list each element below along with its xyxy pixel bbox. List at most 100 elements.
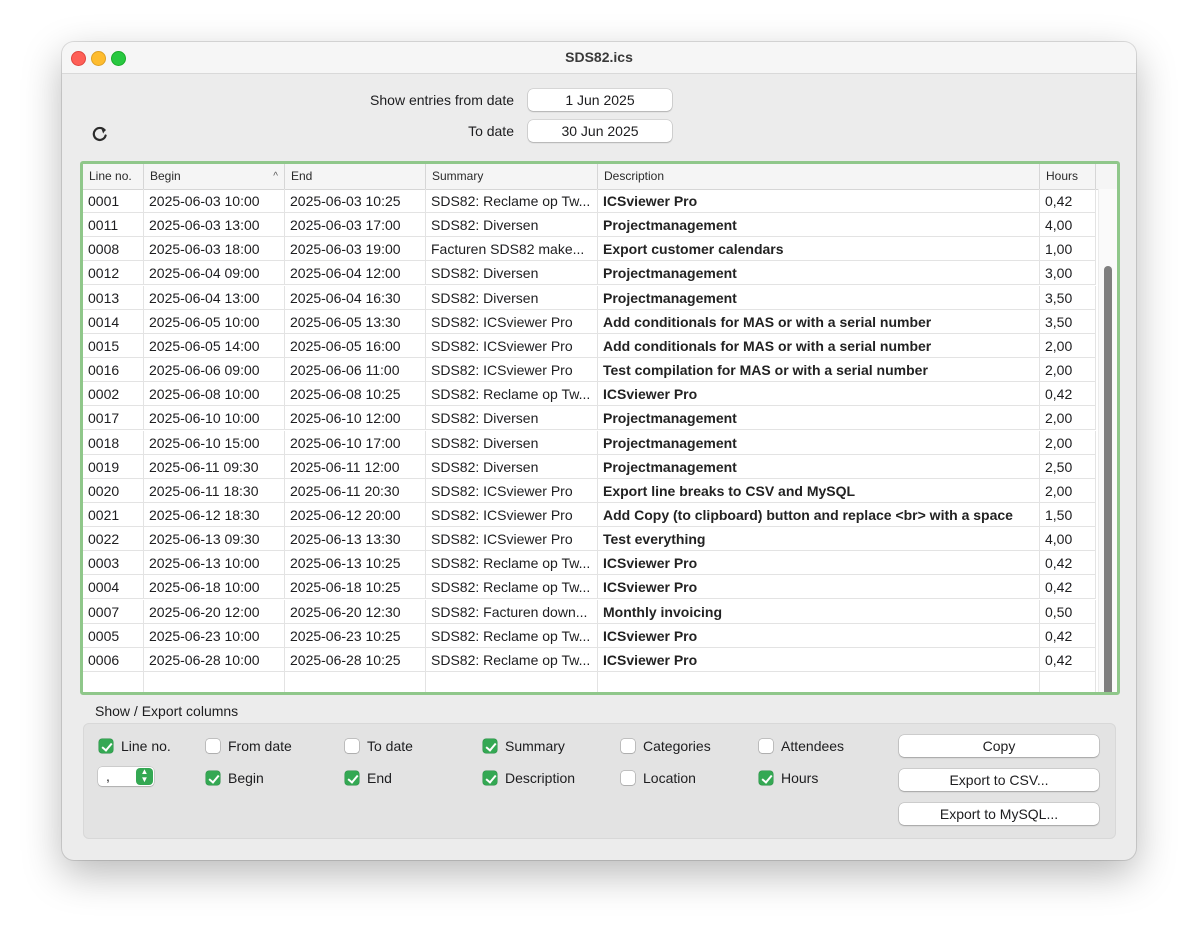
table-row[interactable]: 0001 2025-06-03 10:00 2025-06-03 10:25 SDS8… bbox=[83, 189, 1096, 213]
table-row[interactable]: 0013 2025-06-04 13:00 2025-06-04 16:30 SDS8… bbox=[83, 285, 1096, 310]
cell-line-no: 0004 bbox=[83, 575, 144, 599]
table-row[interactable]: 0016 2025-06-06 09:00 2025-06-06 11:00 SDS8… bbox=[83, 358, 1096, 383]
table-row[interactable]: 0017 2025-06-10 10:00 2025-06-10 12:00 SDS8… bbox=[83, 406, 1096, 431]
cell-hours: 2,00 bbox=[1040, 406, 1096, 430]
checkbox-label: Hours bbox=[781, 770, 819, 786]
table-row[interactable]: 0002 2025-06-08 10:00 2025-06-08 10:25 SDS8… bbox=[83, 382, 1096, 407]
cell-description: ICSviewer Pro bbox=[598, 189, 1040, 212]
checkbox-attendees[interactable]: Attendees bbox=[759, 738, 844, 756]
from-date-field[interactable]: 1 Jun 2025 bbox=[528, 89, 672, 111]
cell-line-no: 0012 bbox=[83, 261, 144, 285]
cell-hours: 1,00 bbox=[1040, 237, 1096, 261]
cell-begin: 2025-06-12 18:30 bbox=[144, 502, 285, 526]
export-csv-button[interactable]: Export to CSV... bbox=[899, 769, 1099, 791]
cell-end: 2025-06-10 12:00 bbox=[285, 406, 426, 430]
vertical-scrollbar[interactable] bbox=[1098, 189, 1117, 692]
cell-end: 2025-06-08 10:25 bbox=[285, 382, 426, 406]
cell-line-no: 0006 bbox=[83, 647, 144, 671]
table-row[interactable]: 0012 2025-06-04 09:00 2025-06-04 12:00 SDS8… bbox=[83, 261, 1096, 286]
export-mysql-button[interactable]: Export to MySQL... bbox=[899, 803, 1099, 825]
table-row[interactable]: 0019 2025-06-11 09:30 2025-06-11 12:00 SDS8… bbox=[83, 454, 1096, 479]
checkbox-location[interactable]: Location bbox=[621, 770, 696, 788]
cell-hours: 2,50 bbox=[1040, 454, 1096, 478]
cell-end: 2025-06-23 10:25 bbox=[285, 623, 426, 647]
cell-hours: 0,50 bbox=[1040, 599, 1096, 623]
table-row[interactable]: 0022 2025-06-13 09:30 2025-06-13 13:30 SDS8… bbox=[83, 527, 1096, 552]
checkbox-from-date[interactable]: From date bbox=[206, 738, 292, 756]
cell-description: Export customer calendars bbox=[598, 237, 1040, 261]
cell-description: ICSviewer Pro bbox=[598, 623, 1040, 647]
checkbox-to-date[interactable]: To date bbox=[345, 738, 413, 756]
column-header-hours[interactable]: Hours bbox=[1040, 164, 1096, 189]
cell-description: ICSviewer Pro bbox=[598, 551, 1040, 575]
checkbox-description[interactable]: Description bbox=[483, 770, 575, 788]
cell-line-no: 0021 bbox=[83, 502, 144, 526]
checkbox-hours[interactable]: Hours bbox=[759, 770, 818, 788]
cell-begin: 2025-06-04 13:00 bbox=[144, 285, 285, 309]
checkbox-begin[interactable]: Begin bbox=[206, 770, 264, 788]
column-header-summary[interactable]: Summary bbox=[426, 164, 598, 189]
cell-summary: SDS82: Diversen bbox=[426, 261, 598, 285]
to-date-field[interactable]: 30 Jun 2025 bbox=[528, 120, 672, 142]
cell-hours: 2,00 bbox=[1040, 430, 1096, 454]
checkbox-line-no[interactable]: Line no. bbox=[99, 738, 171, 756]
cell-description: Projectmanagement bbox=[598, 213, 1040, 237]
table-row[interactable]: 0018 2025-06-10 15:00 2025-06-10 17:00 SDS8… bbox=[83, 430, 1096, 455]
cell-description: ICSviewer Pro bbox=[598, 647, 1040, 671]
checkbox-box bbox=[621, 771, 635, 785]
empty-cell bbox=[285, 672, 426, 692]
checkbox-summary[interactable]: Summary bbox=[483, 738, 565, 756]
table-row[interactable]: 0008 2025-06-03 18:00 2025-06-03 19:00 Fact… bbox=[83, 237, 1096, 262]
cell-summary: SDS82: Diversen bbox=[426, 213, 598, 237]
checkbox-box bbox=[206, 739, 220, 753]
checkbox-categories[interactable]: Categories bbox=[621, 738, 711, 756]
cell-summary: SDS82: Reclame op Tw... bbox=[426, 623, 598, 647]
table-row[interactable]: 0007 2025-06-20 12:00 2025-06-20 12:30 SDS8… bbox=[83, 599, 1096, 624]
cell-hours: 2,00 bbox=[1040, 333, 1096, 357]
entries-table[interactable]: Line no. Begin ^ End Summary Description… bbox=[80, 161, 1120, 695]
cell-summary: SDS82: Diversen bbox=[426, 430, 598, 454]
cell-hours: 3,50 bbox=[1040, 285, 1096, 309]
column-header-begin[interactable]: Begin ^ bbox=[144, 164, 285, 189]
refresh-button[interactable] bbox=[90, 124, 110, 144]
column-header-description[interactable]: Description bbox=[598, 164, 1040, 189]
table-row[interactable]: 0015 2025-06-05 14:00 2025-06-05 16:00 SDS8… bbox=[83, 333, 1096, 358]
cell-description: Add conditionals for MAS or with a seria… bbox=[598, 309, 1040, 333]
cell-hours: 0,42 bbox=[1040, 551, 1096, 575]
cell-line-no: 0014 bbox=[83, 309, 144, 333]
separator-popup[interactable]: , ▲ ▼ bbox=[98, 767, 154, 786]
cell-end: 2025-06-12 20:00 bbox=[285, 502, 426, 526]
cell-description: Projectmanagement bbox=[598, 454, 1040, 478]
column-header-end[interactable]: End bbox=[285, 164, 426, 189]
table-body: 0001 2025-06-03 10:00 2025-06-03 10:25 SDS8… bbox=[83, 189, 1117, 692]
cell-line-no: 0020 bbox=[83, 478, 144, 502]
table-row[interactable]: 0006 2025-06-28 10:00 2025-06-28 10:25 SDS8… bbox=[83, 647, 1096, 672]
checkbox-label: Summary bbox=[505, 738, 565, 754]
cell-description: Export line breaks to CSV and MySQL bbox=[598, 478, 1040, 502]
column-header-line-no[interactable]: Line no. bbox=[83, 164, 144, 189]
table-row[interactable]: 0003 2025-06-13 10:00 2025-06-13 10:25 SDS8… bbox=[83, 551, 1096, 576]
empty-row bbox=[83, 672, 1096, 692]
to-date-label: To date bbox=[468, 123, 514, 139]
cell-end: 2025-06-20 12:30 bbox=[285, 599, 426, 623]
table-row[interactable]: 0021 2025-06-12 18:30 2025-06-12 20:00 SDS8… bbox=[83, 502, 1096, 527]
cell-summary: SDS82: Reclame op Tw... bbox=[426, 575, 598, 599]
cell-description: Projectmanagement bbox=[598, 261, 1040, 285]
table-row[interactable]: 0014 2025-06-05 10:00 2025-06-05 13:30 SDS8… bbox=[83, 309, 1096, 334]
checkbox-label: From date bbox=[228, 738, 292, 754]
cell-hours: 1,50 bbox=[1040, 502, 1096, 526]
table-row[interactable]: 0005 2025-06-23 10:00 2025-06-23 10:25 SDS8… bbox=[83, 623, 1096, 648]
cell-summary: SDS82: Reclame op Tw... bbox=[426, 189, 598, 212]
table-row[interactable]: 0004 2025-06-18 10:00 2025-06-18 10:25 SDS8… bbox=[83, 575, 1096, 600]
column-header-begin-label: Begin bbox=[150, 169, 181, 183]
copy-button[interactable]: Copy bbox=[899, 735, 1099, 757]
checkbox-end[interactable]: End bbox=[345, 770, 392, 788]
scrollbar-thumb[interactable] bbox=[1104, 266, 1112, 692]
cell-line-no: 0002 bbox=[83, 382, 144, 406]
cell-hours: 0,42 bbox=[1040, 647, 1096, 671]
table-row[interactable]: 0011 2025-06-03 13:00 2025-06-03 17:00 SDS8… bbox=[83, 213, 1096, 238]
cell-begin: 2025-06-13 10:00 bbox=[144, 551, 285, 575]
table-row[interactable]: 0020 2025-06-11 18:30 2025-06-11 20:30 SDS8… bbox=[83, 478, 1096, 503]
cell-begin: 2025-06-05 10:00 bbox=[144, 309, 285, 333]
cell-end: 2025-06-05 16:00 bbox=[285, 333, 426, 357]
